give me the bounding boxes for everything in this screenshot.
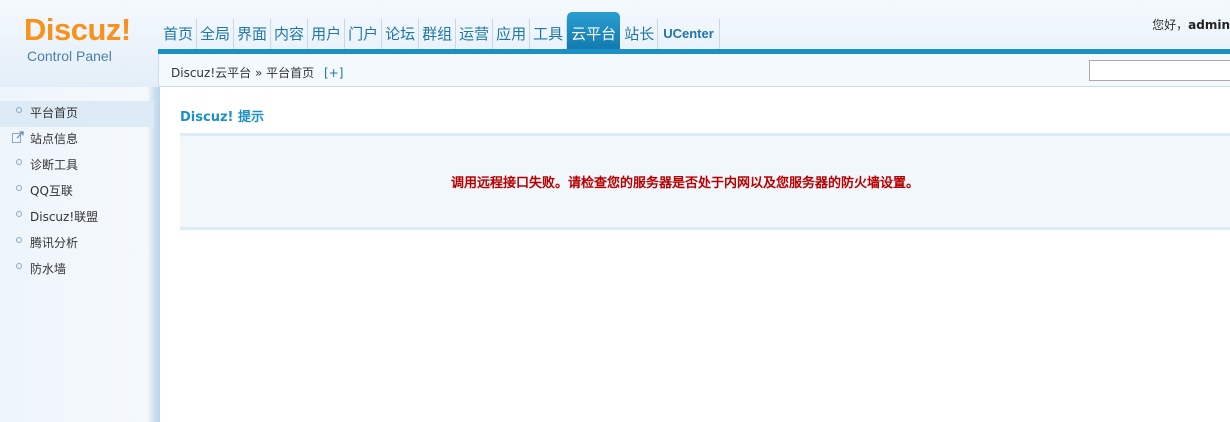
sidebar-item-label: 平台首页: [30, 106, 79, 120]
sidebar-item-diagnostics[interactable]: 诊断工具: [0, 153, 154, 179]
sidebar: 平台首页 站点信息 诊断工具 QQ互联 Discuz!联盟 腾讯分析 防水墙: [0, 87, 160, 422]
header: Discuz! Control Panel 首页 全局 界面 内容 用户 门户 …: [0, 0, 1230, 87]
nav-item-operations[interactable]: 运营: [456, 19, 494, 49]
add-shortcut-button[interactable]: [+]: [324, 66, 343, 80]
breadcrumb-current: 平台首页: [266, 66, 315, 80]
nav-item-cloud-platform[interactable]: 云平台: [567, 12, 621, 49]
error-message: 调用远程接口失败。请检查您的服务器是否处于内网以及您服务器的防火墙设置。: [450, 176, 919, 191]
circle-bullet-icon: [16, 237, 22, 243]
sidebar-item-label: Discuz!联盟: [30, 210, 99, 224]
nav-item-tools[interactable]: 工具: [530, 19, 568, 49]
sidebar-item-platform-home[interactable]: 平台首页: [0, 101, 154, 127]
breadcrumb-root[interactable]: Discuz!云平台: [171, 66, 251, 80]
sidebar-item-label: 诊断工具: [30, 158, 79, 172]
notice-box: 调用远程接口失败。请检查您的服务器是否处于内网以及您服务器的防火墙设置。: [180, 133, 1230, 230]
search-input[interactable]: [1089, 60, 1230, 81]
breadcrumb: Discuz!云平台 » 平台首页 [+]: [171, 64, 343, 81]
circle-bullet-icon: [16, 159, 22, 165]
logo-subtitle: Control Panel: [27, 48, 112, 64]
sidebar-item-firewall[interactable]: 防水墙: [0, 257, 154, 283]
sidebar-menu: 平台首页 站点信息 诊断工具 QQ互联 Discuz!联盟 腾讯分析 防水墙: [0, 87, 160, 283]
top-nav: 首页 全局 界面 内容 用户 门户 论坛 群组 运营 应用 工具 云平台 站长 …: [160, 12, 720, 49]
page-title: Discuz! 提示: [180, 110, 264, 125]
circle-bullet-icon: [16, 185, 22, 191]
sidebar-item-discuz-union[interactable]: Discuz!联盟: [0, 205, 154, 231]
circle-bullet-icon: [16, 263, 22, 269]
external-link-icon: [12, 131, 24, 143]
nav-item-users[interactable]: 用户: [308, 19, 346, 49]
nav-item-interface[interactable]: 界面: [234, 19, 272, 49]
nav-item-webmaster[interactable]: 站长: [621, 19, 659, 49]
sidebar-item-label: 站点信息: [30, 132, 79, 146]
sidebar-item-site-info[interactable]: 站点信息: [0, 127, 154, 153]
nav-item-ucenter[interactable]: UCenter: [658, 19, 720, 49]
nav-item-forum[interactable]: 论坛: [382, 19, 420, 49]
circle-bullet-icon: [16, 107, 22, 113]
sidebar-item-tencent-analytics[interactable]: 腾讯分析: [0, 231, 154, 257]
logo-title: Discuz!: [24, 12, 131, 47]
nav-item-content[interactable]: 内容: [271, 19, 309, 49]
username-link[interactable]: admin: [1188, 18, 1230, 32]
main-content: Discuz! 提示 调用远程接口失败。请检查您的服务器是否处于内网以及您服务器…: [160, 87, 1230, 422]
sidebar-item-label: QQ互联: [30, 184, 73, 198]
breadcrumb-bar: Discuz!云平台 » 平台首页 [+]: [158, 54, 1230, 87]
circle-bullet-icon: [16, 211, 22, 217]
sidebar-item-qq-connect[interactable]: QQ互联: [0, 179, 154, 205]
nav-item-portal[interactable]: 门户: [345, 19, 383, 49]
nav-item-groups[interactable]: 群组: [419, 19, 457, 49]
nav-item-apps[interactable]: 应用: [493, 19, 531, 49]
nav-item-global[interactable]: 全局: [197, 19, 235, 49]
breadcrumb-separator: »: [254, 66, 263, 80]
logo[interactable]: Discuz! Control Panel: [0, 0, 158, 87]
user-greeting: 您好，admin: [1152, 16, 1230, 33]
greeting-prefix: 您好，: [1152, 18, 1189, 32]
nav-item-home[interactable]: 首页: [160, 19, 198, 49]
sidebar-item-label: 防水墙: [30, 262, 67, 276]
sidebar-item-label: 腾讯分析: [30, 236, 79, 250]
